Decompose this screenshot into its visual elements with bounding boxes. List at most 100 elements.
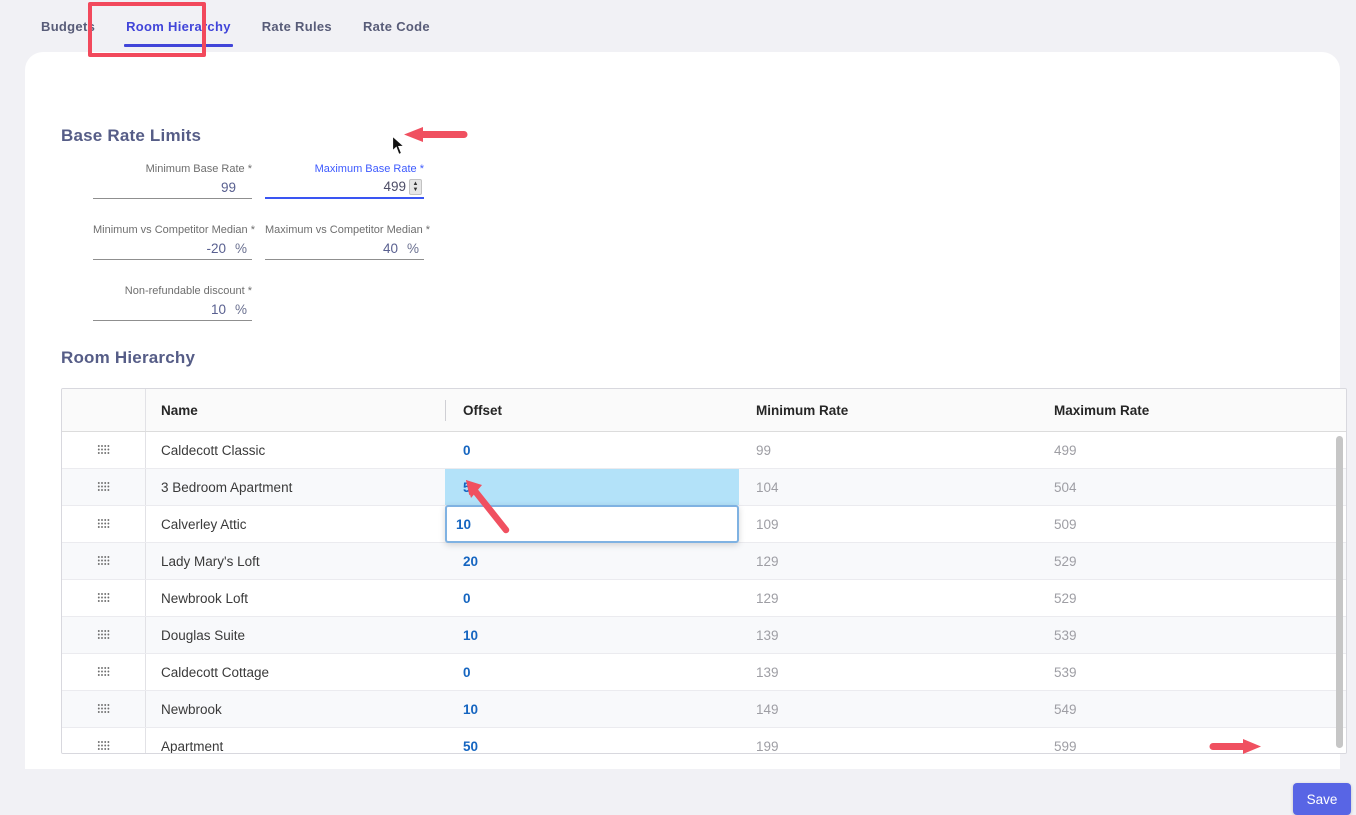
minimum-vs-competitor-median-field[interactable]: Minimum vs Competitor Median * -20 % bbox=[93, 223, 252, 260]
minimum-base-rate-field[interactable]: Minimum Base Rate * 99 bbox=[93, 162, 252, 199]
maximum-vs-competitor-median-input[interactable]: 40 bbox=[383, 241, 398, 256]
row-drag-cell bbox=[62, 617, 146, 653]
tab-rate-rules[interactable]: Rate Rules bbox=[256, 0, 338, 52]
table-row: Lady Mary's Loft20129529 bbox=[62, 543, 1346, 580]
save-button[interactable]: Save bbox=[1293, 783, 1351, 815]
room-hierarchy-title: Room Hierarchy bbox=[61, 348, 195, 368]
row-drag-cell bbox=[62, 432, 146, 468]
percent-suffix: % bbox=[398, 241, 422, 256]
offset-cell[interactable]: 0 bbox=[445, 654, 739, 690]
minimum-rate-cell: 139 bbox=[739, 617, 1037, 653]
drag-handle-icon[interactable] bbox=[97, 739, 110, 754]
offset-cell[interactable]: 50 bbox=[445, 728, 739, 754]
room-name-cell: Calverley Attic bbox=[146, 506, 445, 542]
tab-room-hierarchy[interactable]: Room Hierarchy bbox=[120, 0, 237, 52]
drag-handle-icon[interactable] bbox=[97, 554, 110, 569]
row-drag-cell bbox=[62, 469, 146, 505]
row-drag-cell bbox=[62, 543, 146, 579]
minimum-rate-cell: 129 bbox=[739, 543, 1037, 579]
minimum-rate-cell: 109 bbox=[739, 506, 1037, 542]
table-row: Caldecott Cottage0139539 bbox=[62, 654, 1346, 691]
maximum-rate-cell: 509 bbox=[1037, 506, 1346, 542]
maximum-rate-cell: 539 bbox=[1037, 654, 1346, 690]
table-row: Caldecott Classic099499 bbox=[62, 432, 1346, 469]
room-name-cell: Douglas Suite bbox=[146, 617, 445, 653]
tab-budgets[interactable]: Budgets bbox=[35, 0, 101, 52]
maximum-rate-cell: 499 bbox=[1037, 432, 1346, 468]
row-drag-cell bbox=[62, 506, 146, 542]
base-rate-limits-title: Base Rate Limits bbox=[61, 126, 201, 146]
table-row: Calverley Attic10109509 bbox=[62, 506, 1346, 543]
percent-suffix: % bbox=[226, 241, 250, 256]
table-row: 3 Bedroom Apartment5104504 bbox=[62, 469, 1346, 506]
maximum-rate-cell: 529 bbox=[1037, 580, 1346, 616]
name-column-header: Name bbox=[146, 389, 445, 431]
minimum-rate-cell: 99 bbox=[739, 432, 1037, 468]
offset-cell[interactable]: 10 bbox=[445, 506, 739, 542]
drag-handle-icon[interactable] bbox=[97, 665, 110, 680]
table-scrollbar[interactable] bbox=[1336, 436, 1343, 748]
offset-column-header: Offset bbox=[445, 389, 739, 431]
maximum-rate-column-header: Maximum Rate bbox=[1037, 389, 1346, 431]
row-drag-cell bbox=[62, 580, 146, 616]
offset-cell[interactable]: 0 bbox=[445, 432, 739, 468]
offset-cell[interactable]: 20 bbox=[445, 543, 739, 579]
maximum-rate-cell: 529 bbox=[1037, 543, 1346, 579]
maximum-rate-cell: 504 bbox=[1037, 469, 1346, 505]
offset-cell[interactable]: 10 bbox=[445, 617, 739, 653]
maximum-rate-cell: 549 bbox=[1037, 691, 1346, 727]
field-label: Maximum Base Rate * bbox=[265, 162, 424, 176]
room-name-cell: Newbrook bbox=[146, 691, 445, 727]
maximum-vs-competitor-median-field[interactable]: Maximum vs Competitor Median * 40 % bbox=[265, 223, 424, 260]
offset-edit-input[interactable]: 10 bbox=[445, 505, 739, 543]
drag-handle-icon[interactable] bbox=[97, 480, 110, 495]
table-row: Newbrook10149549 bbox=[62, 691, 1346, 728]
field-label: Minimum vs Competitor Median * bbox=[93, 223, 252, 237]
room-name-cell: Caldecott Classic bbox=[146, 432, 445, 468]
minimum-rate-column-header: Minimum Rate bbox=[739, 389, 1037, 431]
table-body: Caldecott Classic0994993 Bedroom Apartme… bbox=[62, 432, 1346, 754]
field-label: Minimum Base Rate * bbox=[93, 162, 252, 176]
minimum-rate-cell: 199 bbox=[739, 728, 1037, 754]
minimum-rate-cell: 104 bbox=[739, 469, 1037, 505]
non-refundable-discount-input[interactable]: 10 bbox=[211, 302, 226, 317]
table-row: Apartment50199599 bbox=[62, 728, 1346, 754]
offset-cell[interactable]: 10 bbox=[445, 691, 739, 727]
minimum-base-rate-input[interactable]: 99 bbox=[221, 180, 236, 195]
maximum-base-rate-field[interactable]: Maximum Base Rate * 499 ▲▼ bbox=[265, 162, 424, 199]
drag-handle-icon[interactable] bbox=[97, 443, 110, 458]
drag-handle-icon[interactable] bbox=[97, 702, 110, 717]
row-drag-cell bbox=[62, 728, 146, 754]
content-card: Base Rate Limits Minimum Base Rate * 99 … bbox=[25, 52, 1340, 769]
minimum-rate-cell: 129 bbox=[739, 580, 1037, 616]
field-label: Non-refundable discount * bbox=[93, 284, 252, 298]
screen: Budgets Room Hierarchy Rate Rules Rate C… bbox=[0, 0, 1356, 769]
row-drag-cell bbox=[62, 691, 146, 727]
maximum-base-rate-input[interactable]: 499 bbox=[383, 179, 406, 194]
room-name-cell: Newbrook Loft bbox=[146, 580, 445, 616]
maximum-rate-cell: 599 bbox=[1037, 728, 1346, 754]
room-hierarchy-table: Name Offset Minimum Rate Maximum Rate Ca… bbox=[61, 388, 1347, 754]
maximum-rate-cell: 539 bbox=[1037, 617, 1346, 653]
tab-bar: Budgets Room Hierarchy Rate Rules Rate C… bbox=[0, 0, 1356, 52]
percent-suffix: % bbox=[226, 302, 250, 317]
drag-handle-icon[interactable] bbox=[97, 517, 110, 532]
table-row: Newbrook Loft0129529 bbox=[62, 580, 1346, 617]
minimum-rate-cell: 139 bbox=[739, 654, 1037, 690]
tab-rate-code[interactable]: Rate Code bbox=[357, 0, 436, 52]
minimum-vs-competitor-median-input[interactable]: -20 bbox=[206, 241, 226, 256]
room-name-cell: Caldecott Cottage bbox=[146, 654, 445, 690]
non-refundable-discount-field[interactable]: Non-refundable discount * 10 % bbox=[93, 284, 252, 321]
row-drag-cell bbox=[62, 654, 146, 690]
drag-handle-icon[interactable] bbox=[97, 591, 110, 606]
number-spinner-icon[interactable]: ▲▼ bbox=[409, 179, 422, 195]
drag-column-header bbox=[62, 389, 146, 431]
offset-cell[interactable]: 0 bbox=[445, 580, 739, 616]
table-row: Douglas Suite10139539 bbox=[62, 617, 1346, 654]
table-header-row: Name Offset Minimum Rate Maximum Rate bbox=[62, 389, 1346, 432]
drag-handle-icon[interactable] bbox=[97, 628, 110, 643]
room-name-cell: Apartment bbox=[146, 728, 445, 754]
minimum-rate-cell: 149 bbox=[739, 691, 1037, 727]
offset-cell[interactable]: 5 bbox=[445, 469, 739, 505]
room-name-cell: 3 Bedroom Apartment bbox=[146, 469, 445, 505]
